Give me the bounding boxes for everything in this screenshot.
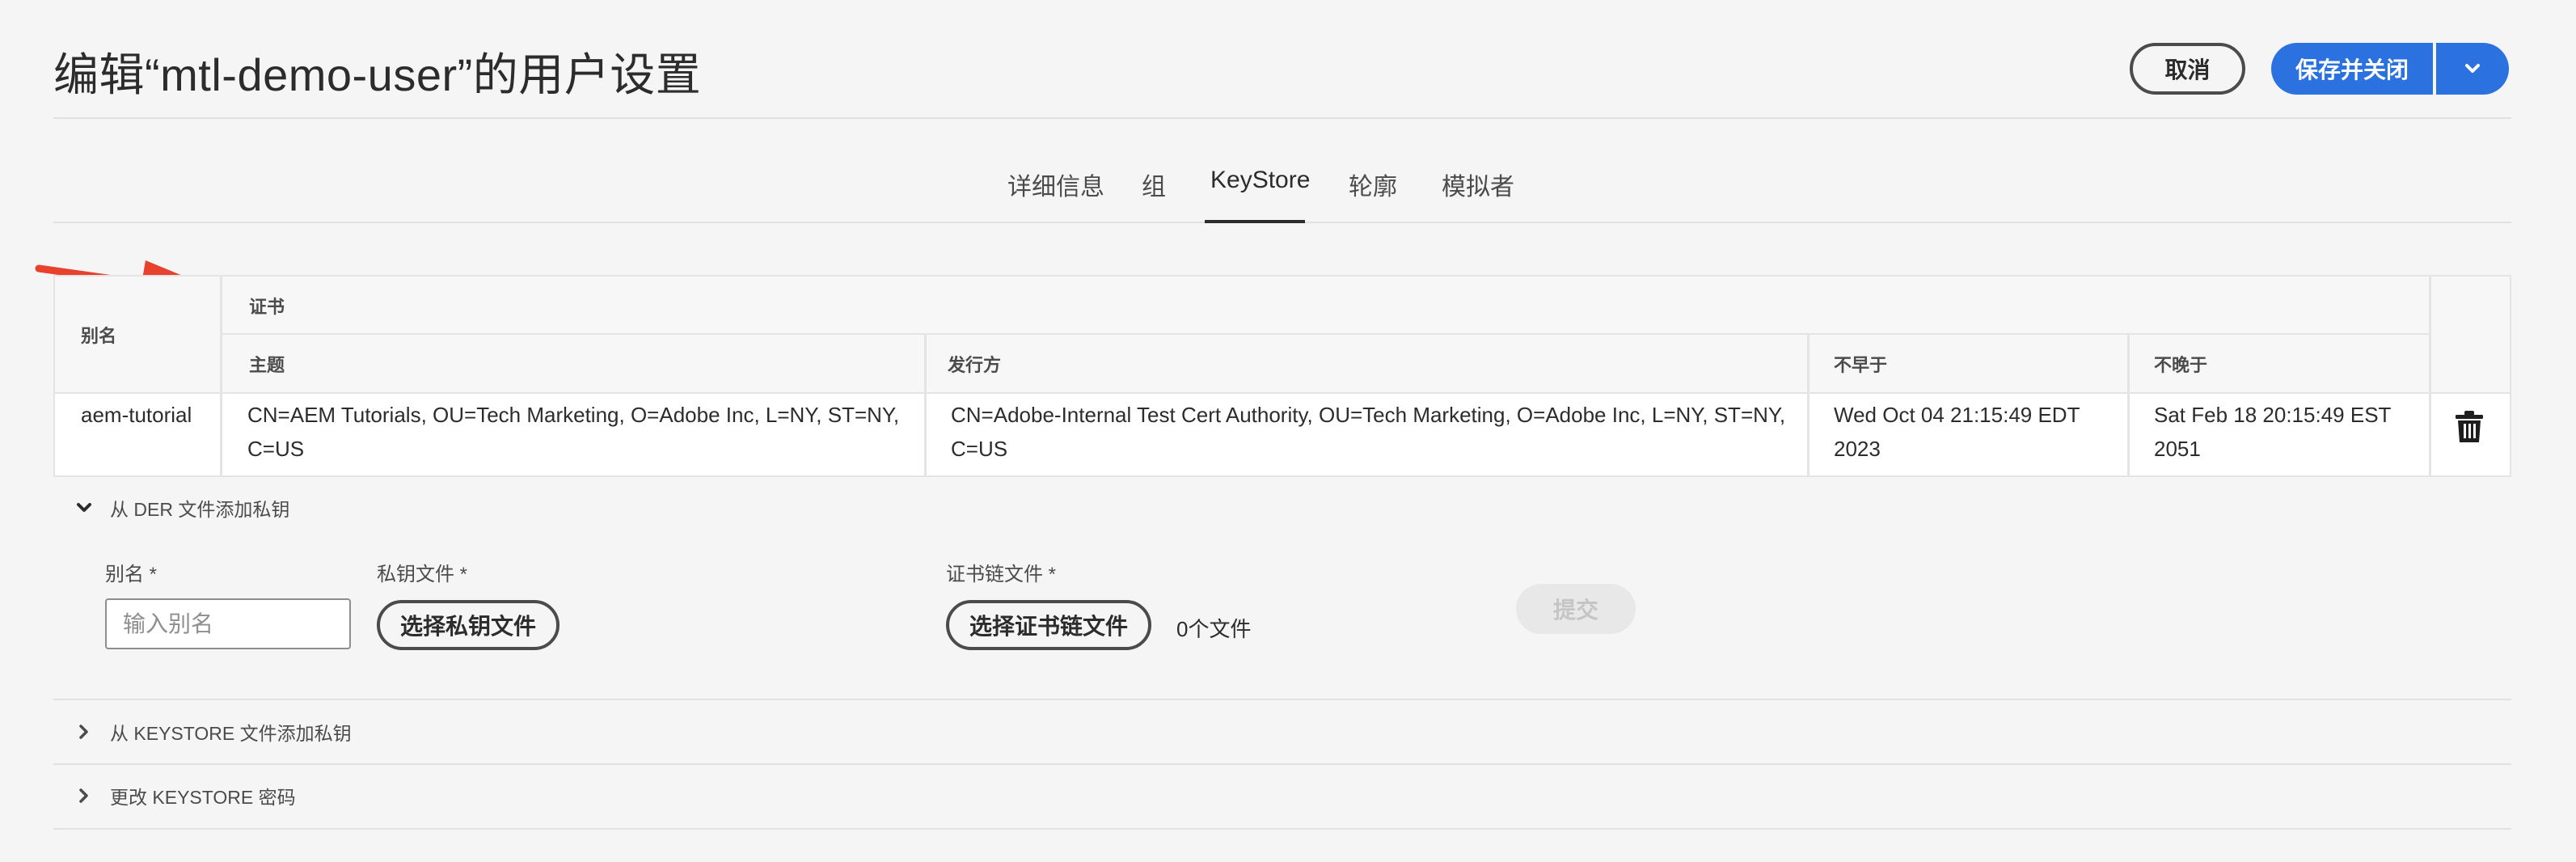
- tab-profile[interactable]: 轮廓: [1349, 158, 1397, 223]
- selected-tab-indicator: [1205, 220, 1305, 223]
- select-private-key-button[interactable]: 选择私钥文件: [377, 600, 560, 650]
- cancel-button[interactable]: 取消: [2130, 43, 2245, 95]
- table-row-not-before: Wed Oct 04 21:15:49 EDT 2023: [1834, 403, 2080, 461]
- header-issuer: 发行方: [948, 355, 1002, 375]
- table-row-alias: aem-tutorial: [81, 403, 192, 427]
- save-options-button[interactable]: [2436, 43, 2509, 95]
- header-not-before: 不早于: [1834, 355, 1888, 375]
- trash-icon[interactable]: [2455, 410, 2484, 444]
- chevron-right-icon: [79, 725, 88, 739]
- header-subject: 主题: [249, 355, 285, 375]
- table-row-not-after: Sat Feb 18 20:15:49 EST 2051: [2154, 403, 2391, 461]
- chevron-down-icon: [2465, 64, 2480, 73]
- der-section-toggle[interactable]: 从 DER 文件添加私钥: [73, 492, 289, 524]
- table-row-issuer: CN=Adobe-Internal Test Cert Authority, O…: [951, 403, 1786, 461]
- save-and-close-button[interactable]: 保存并关闭: [2271, 43, 2433, 95]
- section-divider: [53, 828, 2511, 830]
- table-header: [55, 277, 2510, 393]
- chevron-down-icon: [77, 503, 91, 512]
- select-cert-chain-button[interactable]: 选择证书链文件: [946, 600, 1151, 650]
- keystore-section-title: 从 KEYSTORE 文件添加私钥: [110, 723, 352, 744]
- header-not-after: 不晚于: [2154, 355, 2208, 375]
- chevron-right-icon: [79, 788, 88, 803]
- section-divider: [53, 763, 2511, 765]
- file-count: 0个文件: [1176, 617, 1252, 641]
- alias-input[interactable]: [105, 598, 351, 649]
- tab-details[interactable]: 详细信息: [1007, 158, 1104, 223]
- header-alias: 别名: [81, 326, 117, 346]
- keystore-table: 别名 证书 主题 发行方 不早于 不晚于 aem-tutorial CN=AEM…: [53, 275, 2511, 477]
- section-divider: [53, 699, 2511, 700]
- password-section-toggle[interactable]: 更改 KEYSTORE 密码: [73, 780, 296, 812]
- der-section-title: 从 DER 文件添加私钥: [110, 499, 290, 520]
- table-row-subject: CN=AEM Tutorials, OU=Tech Marketing, O=A…: [247, 403, 900, 461]
- alias-field-label: 别名 *: [105, 564, 158, 585]
- tab-groups[interactable]: 组: [1142, 158, 1166, 223]
- tab-bar: 详细信息 组 KeyStore 轮廓 模拟者: [53, 158, 2511, 223]
- submit-button[interactable]: 提交: [1516, 584, 1636, 634]
- header-divider: [53, 117, 2511, 119]
- page-title: 编辑“mtl-demo-user”的用户设置: [53, 49, 702, 100]
- password-section-title: 更改 KEYSTORE 密码: [110, 787, 296, 808]
- private-key-field-label: 私钥文件 *: [377, 564, 468, 585]
- tab-keystore[interactable]: KeyStore: [1210, 158, 1310, 223]
- keystore-section-toggle[interactable]: 从 KEYSTORE 文件添加私钥: [73, 716, 352, 748]
- cert-chain-field-label: 证书链文件 *: [946, 564, 1057, 585]
- header-certificate: 证书: [249, 297, 285, 317]
- tab-impersonators[interactable]: 模拟者: [1442, 158, 1514, 223]
